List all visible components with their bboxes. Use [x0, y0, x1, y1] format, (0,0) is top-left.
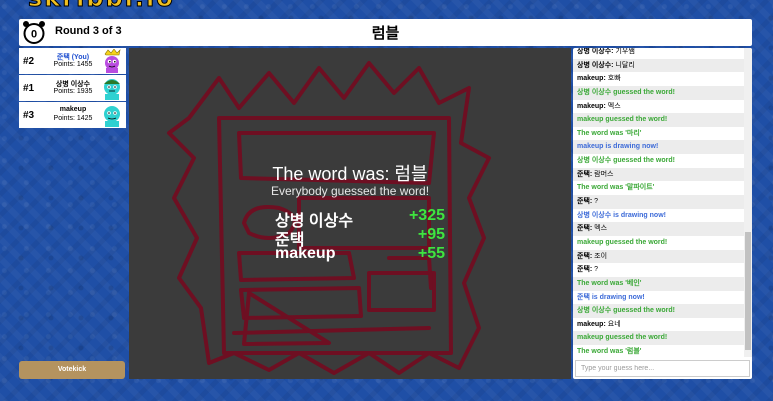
- chat-message: makeup guessed the word!: [573, 113, 744, 127]
- chat-message-user: 준택:: [577, 170, 593, 178]
- chat-message-user: makeup:: [577, 102, 606, 110]
- chat-message: makeup: 요네: [573, 318, 744, 332]
- chat-message-user: 상병 이상수:: [577, 61, 614, 69]
- chat-message: makeup: 멕스: [573, 100, 744, 114]
- votekick-button[interactable]: Votekick: [19, 361, 125, 379]
- player-rank: #2: [23, 56, 35, 67]
- chat-message: 준택: 멕스: [573, 222, 744, 236]
- chat-message: 상병 이상수: 기우쌤: [573, 48, 744, 59]
- player-points: Points: 1935: [53, 88, 93, 95]
- score-row: makeup +55: [275, 245, 445, 264]
- chat-message: 상병 이상수 guessed the word!: [577, 157, 675, 165]
- score-row: 준택 +95: [275, 226, 445, 249]
- score-points: +95: [417, 226, 445, 243]
- word-reveal: The word was: 럼블: [272, 164, 428, 184]
- score-points: +325: [408, 207, 445, 224]
- avatar-icon: [104, 79, 120, 100]
- logo: skribbl.io: [0, 0, 180, 12]
- chat-message-user: 준택:: [577, 252, 593, 260]
- chat-scrollbar[interactable]: [744, 48, 752, 357]
- player-rank: #3: [23, 110, 35, 121]
- avatar-drawing-crown: [104, 49, 121, 73]
- result-subtitle: Everybody guessed the word!: [270, 184, 430, 198]
- chat-message-user: makeup:: [577, 320, 606, 328]
- score-player-name: makeup: [275, 245, 336, 262]
- chat-message: makeup: 호빠: [573, 72, 744, 86]
- player-row[interactable]: #1 상병 이상수 Points: 1935: [19, 75, 126, 101]
- scrollbar-thumb[interactable]: [745, 232, 751, 350]
- chat-message-text: 요네: [607, 320, 621, 328]
- chat-message: makeup is drawing now!: [573, 140, 744, 155]
- chat-message-user: makeup:: [577, 75, 606, 83]
- chat-message-user: 상병 이상수:: [577, 48, 614, 55]
- chat-message-list: 상병 이상수: 기우쌤 상병 이상수: 니달리 makeup: 호빠 상병 이상수 g…: [573, 48, 744, 357]
- logo-text: skribbl.io: [28, 0, 175, 12]
- chat-message: makeup guessed the word!: [573, 331, 744, 346]
- score-row: 상병 이상수 +325: [275, 207, 445, 230]
- chat-panel: 상병 이상수: 기우쌤 상병 이상수: 니달리 makeup: 호빠 상병 이상수 g…: [573, 48, 752, 379]
- chat-message-user: 준택:: [577, 225, 593, 233]
- chat-message: 상병 이상수 guessed the word!: [573, 85, 744, 100]
- player-points: Points: 1455: [53, 61, 93, 68]
- chat-message: 상병 이상수 is drawing now!: [577, 211, 666, 219]
- drawing-canvas[interactable]: The word was: 럼블 Everybody guessed the w…: [129, 48, 571, 379]
- chat-message: 준택: 람머스: [573, 167, 744, 182]
- player-list: #2 준택 (You) Points: 1455 #1 상병 이상수 Point…: [19, 48, 126, 129]
- chat-message: The word was '말파이트': [577, 184, 655, 192]
- chat-message: 준택 is drawing now!: [577, 293, 645, 301]
- chat-messages[interactable]: 상병 이상수: 기우쌤 상병 이상수: 니달리 makeup: 호빠 상병 이상수 g…: [573, 48, 744, 357]
- chat-message-text: 멕스: [594, 225, 608, 233]
- chat-message-text: ?: [594, 198, 599, 206]
- round-result-overlay: The word was: 럼블 Everybody guessed the w…: [129, 48, 571, 379]
- chat-message-text: 호빠: [607, 75, 621, 83]
- current-word: 럼블: [371, 25, 400, 42]
- avatar-icon: [104, 106, 120, 127]
- chat-message-text: 기우쌤: [615, 48, 635, 55]
- chat-message: 준택: ?: [573, 263, 744, 277]
- player-row-you[interactable]: #2 준택 (You) Points: 1455: [19, 48, 126, 74]
- chat-message: makeup guessed the word!: [577, 238, 668, 246]
- chat-message: 상병 이상수: 니달리: [573, 58, 744, 73]
- chat-message-user: 준택:: [577, 266, 593, 274]
- guess-input[interactable]: [575, 360, 750, 377]
- chat-message: The word was '마리': [577, 129, 642, 137]
- chat-message: The word was '베인': [573, 276, 744, 291]
- player-rank: #1: [23, 83, 35, 94]
- chat-message-text: 멕스: [607, 102, 621, 110]
- chat-message-text: 람머스: [594, 170, 614, 178]
- chat-message: The word was '럼블': [577, 348, 642, 356]
- chat-message-text: 조이: [594, 252, 608, 260]
- chat-message-user: 준택:: [577, 198, 593, 206]
- player-points: Points: 1425: [53, 115, 93, 122]
- chat-message: 상병 이상수 guessed the word!: [573, 304, 744, 318]
- chat-message-text: ?: [594, 266, 599, 274]
- chat-message: 준택: ?: [573, 195, 744, 209]
- game-header: 0 Round 3 of 3 럼블: [19, 19, 752, 46]
- player-name: makeup: [59, 106, 87, 113]
- chat-message-text: 니달리: [615, 61, 635, 69]
- player-row[interactable]: #3 makeup Points: 1425: [19, 102, 126, 128]
- score-points: +55: [417, 245, 445, 262]
- chat-message: 준택: 조이: [573, 249, 744, 264]
